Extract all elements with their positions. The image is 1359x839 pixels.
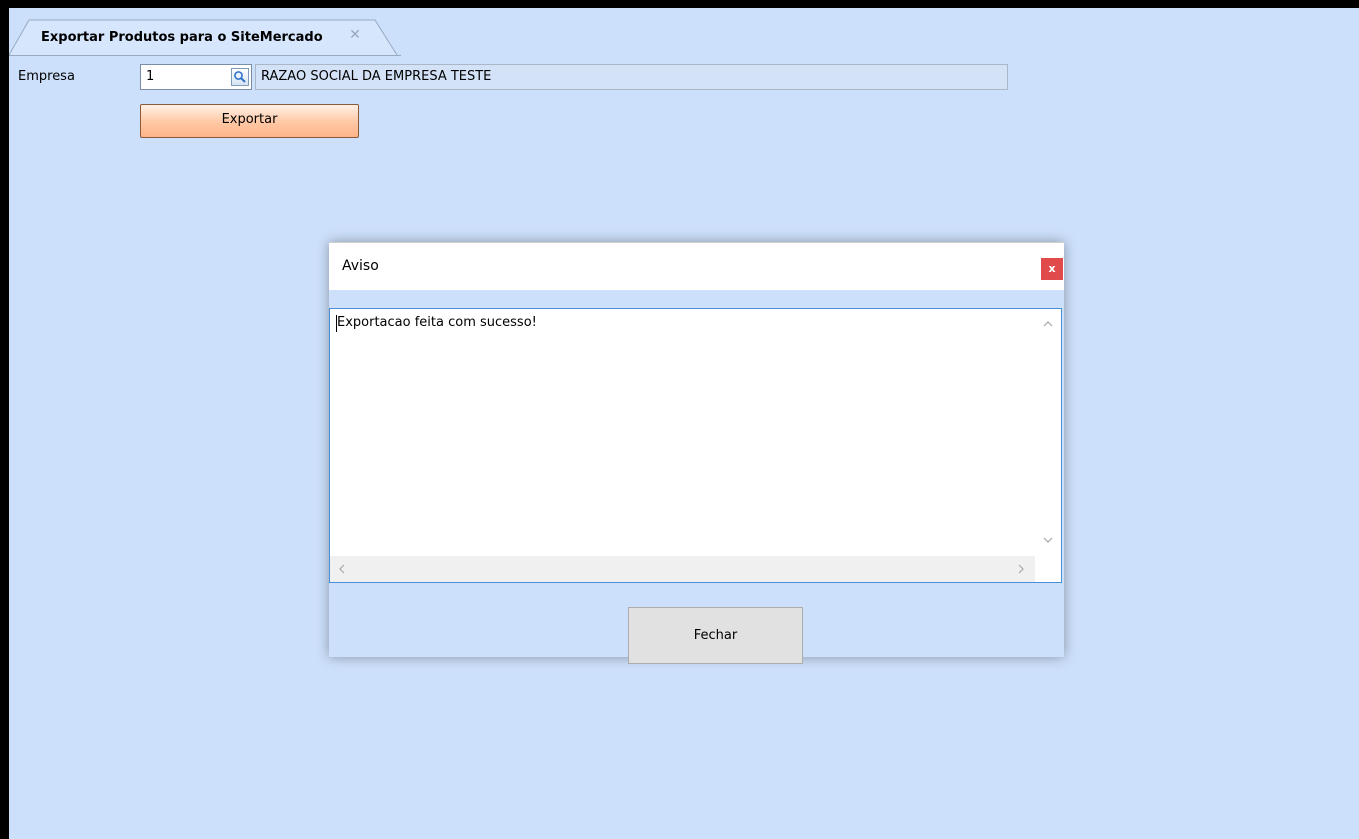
dialog-close-icon[interactable]: x xyxy=(1041,258,1063,280)
horizontal-scrollbar[interactable] xyxy=(330,556,1035,582)
dialog-title: Aviso xyxy=(342,258,379,274)
message-text: Exportacao feita com sucesso! xyxy=(337,315,537,330)
dialog-header: Aviso x xyxy=(329,242,1064,290)
tab-title: Exportar Produtos para o SiteMercado xyxy=(41,30,323,45)
vertical-scroll-arrows xyxy=(1043,321,1053,543)
magnifier-icon xyxy=(234,71,246,83)
tab-strip: Exportar Produtos para o SiteMercado ✕ xyxy=(9,8,1359,56)
empresa-code-value: 1 xyxy=(146,69,155,84)
message-textarea[interactable]: Exportacao feita com sucesso! xyxy=(329,308,1062,583)
tab-close-icon[interactable]: ✕ xyxy=(348,28,362,42)
app-window: Exportar Produtos para o SiteMercado ✕ E… xyxy=(0,0,1359,839)
aviso-dialog: Aviso x Exportacao feita com sucesso! Fe… xyxy=(329,242,1064,664)
horizontal-scroll-arrows xyxy=(339,564,1024,574)
empresa-name-value: RAZAO SOCIAL DA EMPRESA TESTE xyxy=(261,69,492,84)
export-button[interactable]: Exportar xyxy=(140,104,359,138)
fechar-button[interactable]: Fechar xyxy=(628,607,803,664)
vertical-scrollbar[interactable] xyxy=(1035,309,1061,556)
scrollbar-corner xyxy=(1035,556,1061,582)
empresa-lookup-button[interactable] xyxy=(231,68,249,86)
empresa-name-field: RAZAO SOCIAL DA EMPRESA TESTE xyxy=(255,64,1008,90)
tab-exportar-produtos[interactable]: Exportar Produtos para o SiteMercado ✕ xyxy=(9,18,401,56)
empresa-code-input[interactable]: 1 xyxy=(140,64,252,90)
empresa-label: Empresa xyxy=(18,69,75,84)
